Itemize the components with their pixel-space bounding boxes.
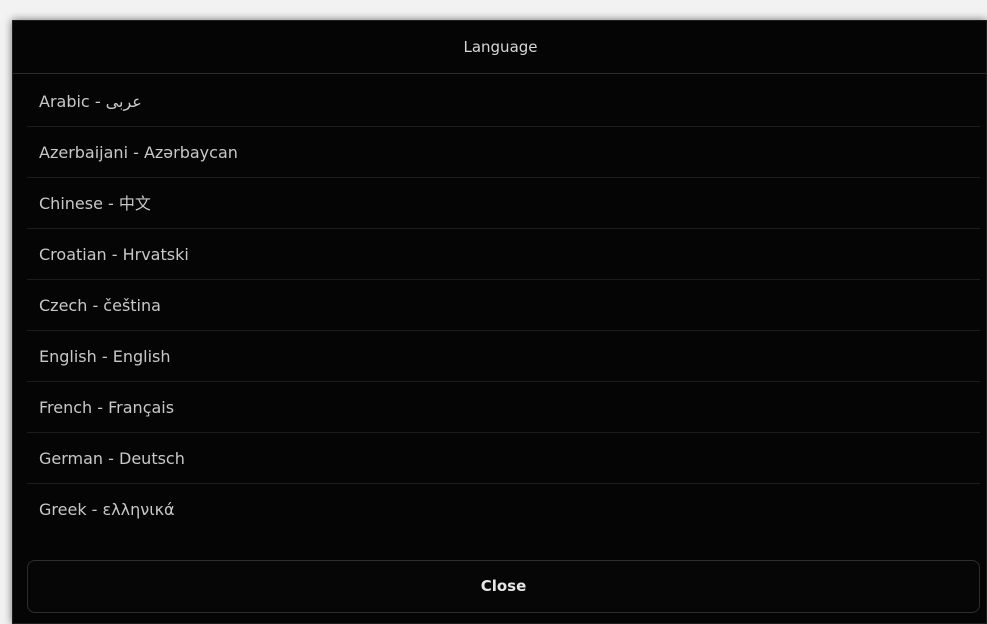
language-item-english[interactable]: English - English: [27, 331, 980, 382]
language-list: Arabic - عربى Azerbaijani - Azərbaycan C…: [27, 76, 980, 535]
language-item-chinese[interactable]: Chinese - 中文: [27, 178, 980, 229]
language-item-arabic[interactable]: Arabic - عربى: [27, 76, 980, 127]
language-item-croatian[interactable]: Croatian - Hrvatski: [27, 229, 980, 280]
language-item-azerbaijani[interactable]: Azerbaijani - Azərbaycan: [27, 127, 980, 178]
language-item-czech[interactable]: Czech - čeština: [27, 280, 980, 331]
language-item-greek[interactable]: Greek - ελληνικά: [27, 484, 980, 535]
language-item-german[interactable]: German - Deutsch: [27, 433, 980, 484]
screen-frame: Language Arabic - عربى Azerbaijani - Azə…: [0, 0, 987, 624]
dialog-title: Language: [13, 21, 987, 74]
close-button[interactable]: Close: [27, 560, 980, 613]
language-dialog: Language Arabic - عربى Azerbaijani - Azə…: [12, 20, 987, 624]
language-item-french[interactable]: French - Français: [27, 382, 980, 433]
